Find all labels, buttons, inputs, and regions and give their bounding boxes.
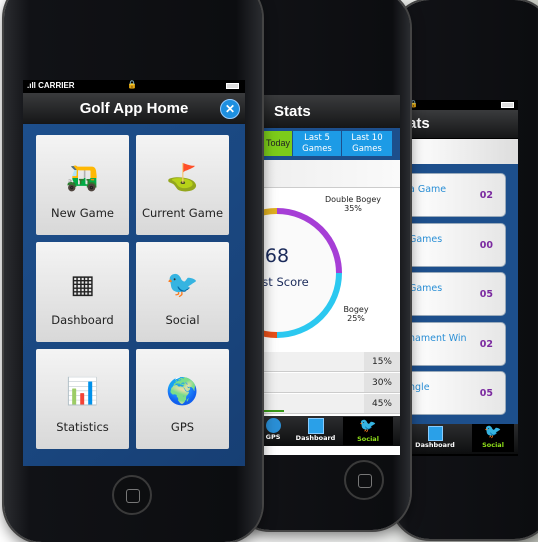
golf-cart-icon: 🛺 — [66, 163, 99, 193]
list-screen: 🔒 ats a Game 02 Games 00 Games 05 nament Wi… — [406, 100, 518, 456]
card-label: Games — [409, 234, 443, 245]
tab-label: Dashboard — [415, 441, 455, 449]
grid-icon: ▦ — [70, 270, 95, 300]
list-card[interactable]: a Game 02 — [406, 173, 506, 217]
tab-gps[interactable]: GPS — [260, 416, 286, 446]
twitter-icon: 🐦 — [166, 270, 199, 300]
list-card[interactable]: Games 00 — [406, 223, 506, 267]
tab-label: Dashboard — [295, 434, 336, 442]
twitter-icon: 🐦 — [484, 424, 502, 440]
home-screen: .ıll CARRIER 🔒 Golf App Home ✕ 🛺 New Game… — [23, 80, 245, 466]
card-value: 02 — [479, 339, 493, 350]
tab-bar: Dashboard 🐦 Social — [406, 424, 518, 454]
tab-dashboard[interactable]: Dashboard — [288, 416, 343, 446]
list-card[interactable]: Games 05 — [406, 272, 506, 316]
header-strip — [248, 160, 400, 188]
card-value: 02 — [479, 190, 493, 201]
bogey-label: Bogey 25% — [336, 305, 376, 323]
phone-home: .ıll CARRIER 🔒 Golf App Home ✕ 🛺 New Game… — [4, 0, 262, 542]
list-card[interactable]: nament Win 02 — [406, 322, 506, 366]
nav-title: ats — [406, 110, 518, 138]
globe-icon — [265, 418, 281, 433]
tile-social[interactable]: 🐦 Social — [136, 242, 229, 342]
tab-social[interactable]: 🐦 Social — [343, 417, 393, 445]
battery-icon — [226, 83, 239, 89]
tab-label: GPS — [265, 433, 281, 441]
filter-strip — [406, 139, 518, 164]
battery-icon — [501, 102, 514, 108]
globe-icon: 🌍 — [166, 377, 199, 407]
row-pct: 30% — [364, 373, 400, 392]
tile-current-game[interactable]: ⛳ Current Game — [136, 135, 229, 235]
card-label: a Game — [409, 184, 447, 195]
tile-label: New Game — [51, 206, 114, 220]
carrier-label: .ıll CARRIER — [27, 81, 75, 90]
twitter-icon: 🐦 — [359, 418, 377, 434]
home-grid: 🛺 New Game ⛳ Current Game ▦ Dashboard 🐦 Soci… — [23, 124, 245, 466]
tab-last-5[interactable]: Last 5 Games — [293, 131, 341, 156]
tab-bar: GPS Dashboard 🐦 Social — [248, 416, 400, 446]
stat-row: 45% — [248, 394, 400, 414]
bar-chart-icon: 📊 — [66, 377, 99, 407]
segment-name: Double Bogey — [324, 195, 381, 204]
tile-label: GPS — [170, 420, 195, 434]
segment-name: Bogey — [343, 305, 369, 314]
tile-new-game[interactable]: 🛺 New Game — [36, 135, 129, 235]
double-bogey-label: Double Bogey 35% — [318, 195, 388, 213]
score-donut — [248, 207, 342, 339]
lock-icon: 🔒 — [127, 80, 137, 89]
tile-statistics[interactable]: 📊 Statistics — [36, 349, 129, 449]
home-button[interactable] — [112, 475, 152, 515]
card-label: nament Win — [409, 333, 467, 344]
grid-icon — [427, 426, 443, 441]
status-bar: 🔒 — [406, 100, 518, 110]
best-score-value: 68 — [264, 245, 290, 267]
list-area: a Game 02 Games 00 Games 05 nament Win 02 ng… — [406, 164, 518, 426]
card-value: 05 — [479, 388, 493, 399]
card-value: 00 — [479, 240, 493, 251]
nav-title: Stats — [248, 95, 400, 128]
grid-icon — [307, 418, 324, 434]
tab-last-10[interactable]: Last 10 Games — [342, 131, 392, 156]
home-button[interactable] — [344, 460, 384, 500]
tab-social[interactable]: 🐦 Social — [472, 424, 514, 452]
lock-icon: 🔒 — [409, 101, 418, 108]
stat-row: 30% — [248, 373, 400, 393]
carrier-text: CARRIER — [38, 81, 75, 90]
tile-label: Dashboard — [51, 313, 114, 327]
signal-icon: .ıll — [27, 81, 39, 90]
card-label: ngle — [409, 382, 430, 393]
tile-label: Current Game — [141, 206, 224, 220]
tile-gps[interactable]: 🌍 GPS — [136, 349, 229, 449]
status-bar: .ıll CARRIER 🔒 — [23, 80, 245, 93]
period-tabs: Today Last 5 Games Last 10 Games — [248, 128, 400, 160]
tile-label: Statistics — [56, 420, 109, 434]
phone-list: 🔒 ats a Game 02 Games 00 Games 05 nament Wi… — [392, 0, 538, 539]
row-pct: 15% — [364, 352, 400, 371]
tab-dashboard[interactable]: Dashboard — [410, 424, 460, 454]
row-pct: 45% — [364, 394, 400, 413]
tile-dashboard[interactable]: ▦ Dashboard — [36, 242, 129, 342]
tab-label: Social — [482, 441, 504, 449]
stat-row: 15% — [248, 352, 400, 372]
card-value: 05 — [479, 289, 493, 300]
segment-pct: 35% — [344, 204, 362, 213]
stats-screen: Stats Today Last 5 Games Last 10 Games 6… — [248, 95, 400, 455]
settings-tools-icon[interactable]: ✕ — [220, 99, 240, 119]
card-label: Games — [409, 283, 443, 294]
segment-pct: 25% — [347, 314, 365, 323]
page-title: Golf App Home — [79, 100, 189, 117]
flag-green-icon: ⛳ — [166, 163, 199, 193]
nav-bar: Golf App Home ✕ — [23, 93, 245, 124]
tab-label: Social — [357, 435, 379, 443]
tile-label: Social — [165, 313, 200, 327]
list-card[interactable]: ngle 05 — [406, 371, 506, 415]
